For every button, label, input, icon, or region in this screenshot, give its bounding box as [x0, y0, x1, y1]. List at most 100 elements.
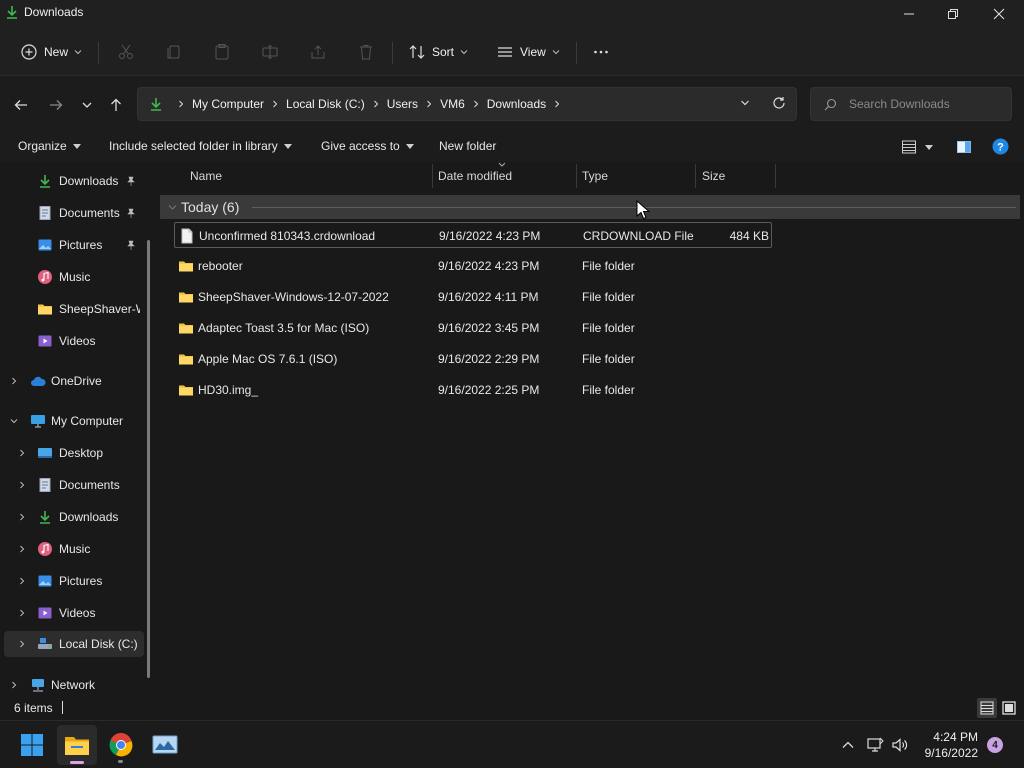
chevron-right-icon[interactable]: [18, 577, 26, 585]
sidebar-item-network[interactable]: Network: [0, 672, 148, 696]
sidebar-item-onedrive[interactable]: OneDrive: [0, 368, 148, 394]
back-button[interactable]: [10, 94, 32, 116]
change-view-button[interactable]: [901, 139, 933, 155]
chevron-right-icon: [273, 100, 278, 108]
taskbar-file-explorer[interactable]: [57, 725, 97, 765]
address-bar[interactable]: My Computer Local Disk (C:) Users VM6 Do…: [137, 87, 797, 121]
volume-button[interactable]: [890, 735, 910, 755]
column-divider[interactable]: [775, 164, 776, 188]
search-box[interactable]: [810, 87, 1012, 121]
taskbar-monitor-app[interactable]: [145, 725, 185, 765]
sidebar-item-pictures[interactable]: Pictures: [0, 568, 148, 594]
delete-button[interactable]: [354, 40, 378, 64]
address-history-chevron-icon[interactable]: [740, 98, 750, 108]
taskbar-chrome[interactable]: [101, 725, 141, 765]
file-row[interactable]: Adaptec Toast 3.5 for Mac (ISO) 9/16/202…: [174, 315, 772, 341]
breadcrumb-users[interactable]: Users: [387, 97, 440, 111]
paste-icon: [215, 44, 229, 60]
new-folder-button[interactable]: New folder: [439, 139, 496, 153]
help-button[interactable]: ?: [992, 138, 1009, 155]
sidebar-item-music-2[interactable]: Music: [0, 536, 148, 562]
sidebar-item-documents-pinned[interactable]: Documents: [0, 200, 148, 226]
sidebar-item-pictures-pinned[interactable]: Pictures: [0, 232, 148, 258]
column-header-name[interactable]: Name: [190, 162, 222, 190]
organize-menu[interactable]: Organize: [18, 139, 81, 153]
file-row[interactable]: HD30.img_ 9/16/2022 2:25 PM File folder: [174, 377, 772, 403]
file-type: File folder: [582, 321, 635, 335]
refresh-icon[interactable]: [772, 96, 786, 110]
column-header-size[interactable]: Size: [702, 162, 725, 190]
svg-text:?: ?: [997, 142, 1004, 154]
rename-button[interactable]: [258, 40, 282, 64]
chevron-right-icon[interactable]: [10, 681, 18, 689]
notification-badge[interactable]: 4: [987, 737, 1003, 753]
view-button[interactable]: View: [496, 36, 560, 68]
preview-pane-button[interactable]: [956, 139, 972, 155]
up-button[interactable]: [105, 94, 127, 116]
minimize-button[interactable]: [886, 0, 932, 28]
sort-label: Sort: [432, 45, 455, 59]
paste-button[interactable]: [210, 40, 234, 64]
file-name: Apple Mac OS 7.6.1 (ISO): [198, 352, 338, 366]
file-row[interactable]: Unconfirmed 810343.crdownload 9/16/2022 …: [174, 222, 772, 248]
breadcrumb-vm6[interactable]: VM6: [440, 97, 487, 111]
cut-button[interactable]: [114, 40, 138, 64]
sidebar-item-videos-2[interactable]: Videos: [0, 600, 148, 626]
column-divider[interactable]: [695, 164, 696, 188]
chevron-right-icon[interactable]: [10, 377, 18, 385]
sidebar-item-music[interactable]: Music: [0, 264, 148, 290]
sidebar-item-local-disk[interactable]: Local Disk (C:): [4, 631, 144, 657]
breadcrumb-separator[interactable]: [170, 100, 192, 108]
search-input[interactable]: [849, 95, 1004, 113]
file-date: 9/16/2022 4:23 PM: [438, 259, 540, 273]
folder-icon: [38, 304, 52, 315]
column-header-type[interactable]: Type: [582, 162, 608, 190]
sidebar-item-my-computer[interactable]: My Computer: [0, 408, 148, 434]
breadcrumb-downloads[interactable]: Downloads: [487, 97, 568, 111]
file-row[interactable]: SheepShaver-Windows-12-07-2022 9/16/2022…: [174, 284, 772, 310]
show-hidden-icons-button[interactable]: [838, 735, 858, 755]
group-header-today[interactable]: Today (6): [160, 195, 1020, 219]
forward-button[interactable]: [45, 94, 67, 116]
sort-button[interactable]: Sort: [408, 36, 468, 68]
breadcrumb-my-computer[interactable]: My Computer: [192, 97, 286, 111]
column-divider[interactable]: [576, 164, 577, 188]
details-view-icon: [980, 701, 994, 715]
recent-locations-button[interactable]: [76, 94, 98, 116]
sidebar-scrollbar[interactable]: [147, 240, 150, 678]
chevron-right-icon[interactable]: [18, 481, 26, 489]
new-button[interactable]: New: [20, 36, 82, 68]
sidebar-item-downloads-pinned[interactable]: Downloads: [0, 168, 148, 194]
chevron-right-icon[interactable]: [18, 449, 26, 457]
sidebar-item-desktop[interactable]: Desktop: [0, 440, 148, 466]
include-in-library-menu[interactable]: Include selected folder in library: [109, 139, 292, 153]
chevron-right-icon[interactable]: [18, 545, 26, 553]
chevron-right-icon[interactable]: [18, 640, 26, 648]
file-row[interactable]: Apple Mac OS 7.6.1 (ISO) 9/16/2022 2:29 …: [174, 346, 772, 372]
item-count: 6 items: [14, 701, 53, 715]
share-button[interactable]: [306, 40, 330, 64]
large-icons-view-toggle[interactable]: [999, 698, 1019, 718]
column-divider[interactable]: [432, 164, 433, 188]
chevron-right-icon[interactable]: [18, 513, 26, 521]
start-button[interactable]: [12, 725, 52, 765]
address-row: My Computer Local Disk (C:) Users VM6 Do…: [0, 76, 1024, 132]
more-button[interactable]: [589, 40, 613, 64]
sidebar-item-videos[interactable]: Videos: [0, 328, 148, 354]
sidebar-item-sheepshaver[interactable]: SheepShaver-Windows-12-07-2022: [0, 296, 148, 322]
give-access-menu[interactable]: Give access to: [321, 139, 414, 153]
file-row[interactable]: rebooter 9/16/2022 4:23 PM File folder: [174, 253, 772, 279]
copy-button[interactable]: [162, 40, 186, 64]
pin-icon: [127, 176, 135, 186]
file-type: CRDOWNLOAD File: [583, 229, 694, 243]
breadcrumb-local-disk[interactable]: Local Disk (C:): [286, 97, 387, 111]
network-status-button[interactable]: [865, 735, 885, 755]
details-view-toggle[interactable]: [977, 698, 997, 718]
sidebar-item-documents[interactable]: Documents: [0, 472, 148, 498]
chevron-right-icon[interactable]: [18, 609, 26, 617]
system-clock[interactable]: 4:24 PM 9/16/2022: [918, 729, 978, 761]
chevron-down-icon[interactable]: [10, 417, 18, 425]
close-button[interactable]: [976, 0, 1022, 28]
restore-button[interactable]: [930, 0, 976, 28]
sidebar-item-downloads[interactable]: Downloads: [0, 504, 148, 530]
